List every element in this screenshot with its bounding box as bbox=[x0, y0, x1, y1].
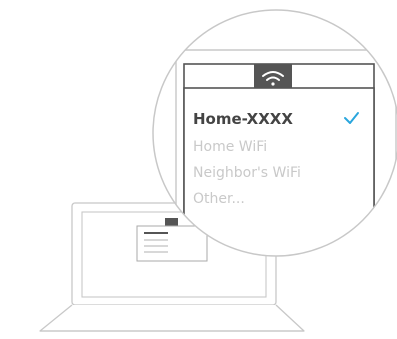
wifi-selection-illustration: Home-XXXX Home WiFi Neighbor's WiFi Othe… bbox=[39, 9, 397, 332]
network-item-label[interactable]: Neighbor's WiFi bbox=[193, 165, 301, 181]
mini-menu-panel bbox=[136, 225, 208, 262]
network-item-label[interactable]: Other... bbox=[193, 191, 245, 207]
mini-menu-tab bbox=[165, 218, 178, 226]
network-item-label-selected[interactable]: Home-XXXX bbox=[193, 110, 293, 128]
network-item-label[interactable]: Home WiFi bbox=[193, 139, 267, 155]
laptop-base bbox=[39, 304, 305, 332]
